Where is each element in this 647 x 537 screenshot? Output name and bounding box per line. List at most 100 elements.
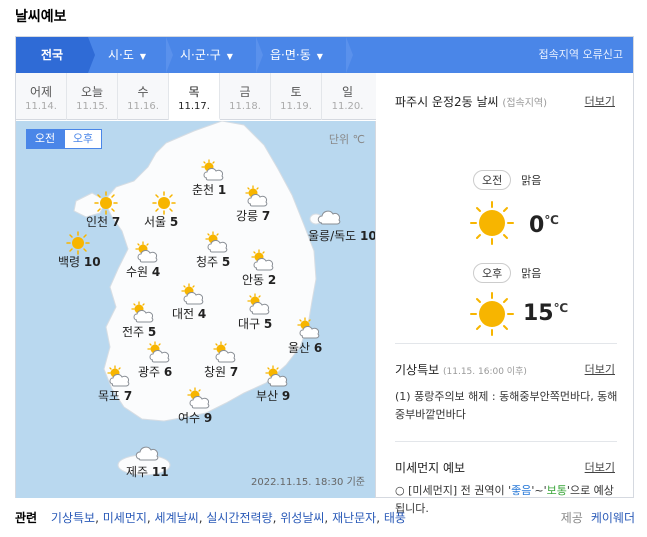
city-label: 목포 7 <box>98 387 132 404</box>
day-name: 오늘 <box>80 85 104 99</box>
unit-label: 단위 ℃ <box>328 133 365 146</box>
city-label: 창원 7 <box>204 363 238 380</box>
city-name: 여수 <box>178 411 204 425</box>
city-name: 창원 <box>204 365 230 379</box>
map-timestamp: 2022.11.15. 18:30 기준 <box>250 477 365 488</box>
pm-temp: 15℃ <box>523 301 568 326</box>
caret-down-icon: ▼ <box>226 52 233 61</box>
crumb-label: 시·군·구 <box>180 48 221 62</box>
related-link-disaster[interactable]: 재난문자 <box>332 511 376 525</box>
related-link-typhoon[interactable]: 태풍 <box>384 511 406 525</box>
city-temp: 9 <box>203 411 213 425</box>
day-name: 어제 <box>29 85 53 99</box>
city-temp: 5 <box>263 317 273 331</box>
city-temp: 4 <box>151 265 161 279</box>
city-temp: 2 <box>267 273 277 287</box>
day-name: 목 <box>188 85 200 99</box>
related-link-satellite[interactable]: 위성날씨 <box>280 511 324 525</box>
weather-widget: 전국 시·도 ▼ 시·군·구 ▼ 읍·면·동 ▼ 접속지역 오류신고 어제 11.14.… <box>15 36 634 515</box>
am-temp-value: 0 <box>529 213 545 238</box>
city-temp: 9 <box>281 389 291 403</box>
related-label: 관련 <box>15 511 38 525</box>
cloud-icon <box>316 205 342 228</box>
city-temp: 10 <box>360 229 376 243</box>
city-label: 수원 4 <box>126 263 160 280</box>
crumb-town[interactable]: 읍·면·동 ▼ <box>258 37 353 73</box>
pm-condition: 맑음 <box>521 267 542 280</box>
day-name: 토 <box>290 85 302 99</box>
crumb-province[interactable]: 시·도 ▼ <box>96 37 173 73</box>
day-name: 수 <box>137 85 149 99</box>
city-label: 대구 5 <box>238 315 272 332</box>
tab-day-sat[interactable]: 토 11.19. <box>271 73 322 120</box>
city-name: 백령 <box>58 255 84 269</box>
city-name: 목포 <box>98 389 124 403</box>
am-forecast: 오전 맑음 <box>473 170 541 190</box>
city-label: 전주 5 <box>122 323 156 340</box>
day-date: 11.18. <box>229 101 261 112</box>
day-date: 11.19. <box>280 101 312 112</box>
pm-temp-unit: ℃ <box>553 301 569 315</box>
city-temp: 6 <box>163 365 173 379</box>
city-name: 제주 <box>126 465 152 479</box>
weather-map: 오전 오후 단위 ℃ 2022.11.15. 18:30 기준 춘천 1 인천 7… <box>16 121 376 498</box>
city-name: 수원 <box>126 265 152 279</box>
city-label: 울릉/독도 10 <box>308 227 376 244</box>
alert-text: (1) 풍랑주의보 해제 : 동해중부안쪽먼바다, 동해중부바깥먼바다 <box>395 390 618 421</box>
tab-day-yesterday[interactable]: 어제 11.14. <box>16 73 67 120</box>
city-label: 서울 5 <box>144 213 178 230</box>
city-name: 울산 <box>288 341 314 355</box>
crumb-label: 시·도 <box>108 48 134 62</box>
city-label: 인천 7 <box>86 213 120 230</box>
am-temp: 0℃ <box>529 213 559 238</box>
crumb-label: 전국 <box>40 48 64 62</box>
related-link-dust[interactable]: 미세먼지 <box>103 511 147 525</box>
tab-day-sun[interactable]: 일 11.20. <box>322 73 373 120</box>
provider: 제공 케이웨더 <box>561 509 635 526</box>
city-temp: 7 <box>229 365 239 379</box>
provider-link[interactable]: 케이웨더 <box>591 511 635 525</box>
crumb-label: 읍·면·동 <box>270 48 311 62</box>
related-link-world[interactable]: 세계날씨 <box>155 511 199 525</box>
tab-day-thu[interactable]: 목 11.17. <box>169 73 220 120</box>
pm-button[interactable]: 오후 <box>64 129 102 149</box>
crumb-nation[interactable]: 전국 <box>16 37 95 73</box>
local-subtitle: (접속지역) <box>502 98 548 109</box>
city-name: 안동 <box>242 273 268 287</box>
tab-day-wed[interactable]: 수 11.16. <box>118 73 169 120</box>
city-name: 부산 <box>256 389 282 403</box>
tab-day-fri[interactable]: 금 11.18. <box>220 73 271 120</box>
city-temp: 7 <box>123 389 133 403</box>
tab-day-today[interactable]: 오늘 11.15. <box>67 73 118 120</box>
crumb-city[interactable]: 시·군·구 ▼ <box>168 37 263 73</box>
dust-prefix: ○ [미세먼지] 전 권역이 ' <box>395 484 512 497</box>
day-date: 11.15. <box>76 101 108 112</box>
city-name: 울릉/독도 <box>308 229 361 243</box>
day-name: 금 <box>239 85 251 99</box>
page-title: 날씨예보 <box>15 9 67 25</box>
city-temp: 11 <box>151 465 169 479</box>
city-label: 부산 9 <box>256 387 290 404</box>
report-location-error-link[interactable]: 접속지역 오류신고 <box>539 37 623 73</box>
related-link-alert[interactable]: 기상특보 <box>51 511 95 525</box>
day-date: 11.20. <box>331 101 364 112</box>
city-label: 강릉 7 <box>236 207 270 224</box>
city-label: 안동 2 <box>242 271 276 288</box>
related-link-power[interactable]: 실시간전력량 <box>206 511 272 525</box>
city-temp: 6 <box>313 341 323 355</box>
am-temp-unit: ℃ <box>544 213 559 227</box>
am-button[interactable]: 오전 <box>26 129 64 149</box>
city-name: 춘천 <box>192 183 218 197</box>
city-label: 울산 6 <box>288 339 322 356</box>
city-temp: 5 <box>169 215 179 229</box>
pm-forecast: 오후 맑음 <box>473 263 541 283</box>
dust-good: 좋음 <box>511 484 532 497</box>
cloud-icon <box>134 441 160 464</box>
alert-more-link[interactable]: 더보기 <box>585 361 615 377</box>
city-name: 청주 <box>196 255 222 269</box>
local-more-link[interactable]: 더보기 <box>585 93 615 109</box>
city-label: 여수 9 <box>178 409 212 426</box>
dust-more-link[interactable]: 더보기 <box>585 459 615 475</box>
related-links: 관련 기상특보, 미세먼지, 세계날씨, 실시간전력량, 위성날씨, 재난문자,… <box>15 511 406 525</box>
ampm-toggle: 오전 오후 <box>26 129 102 149</box>
